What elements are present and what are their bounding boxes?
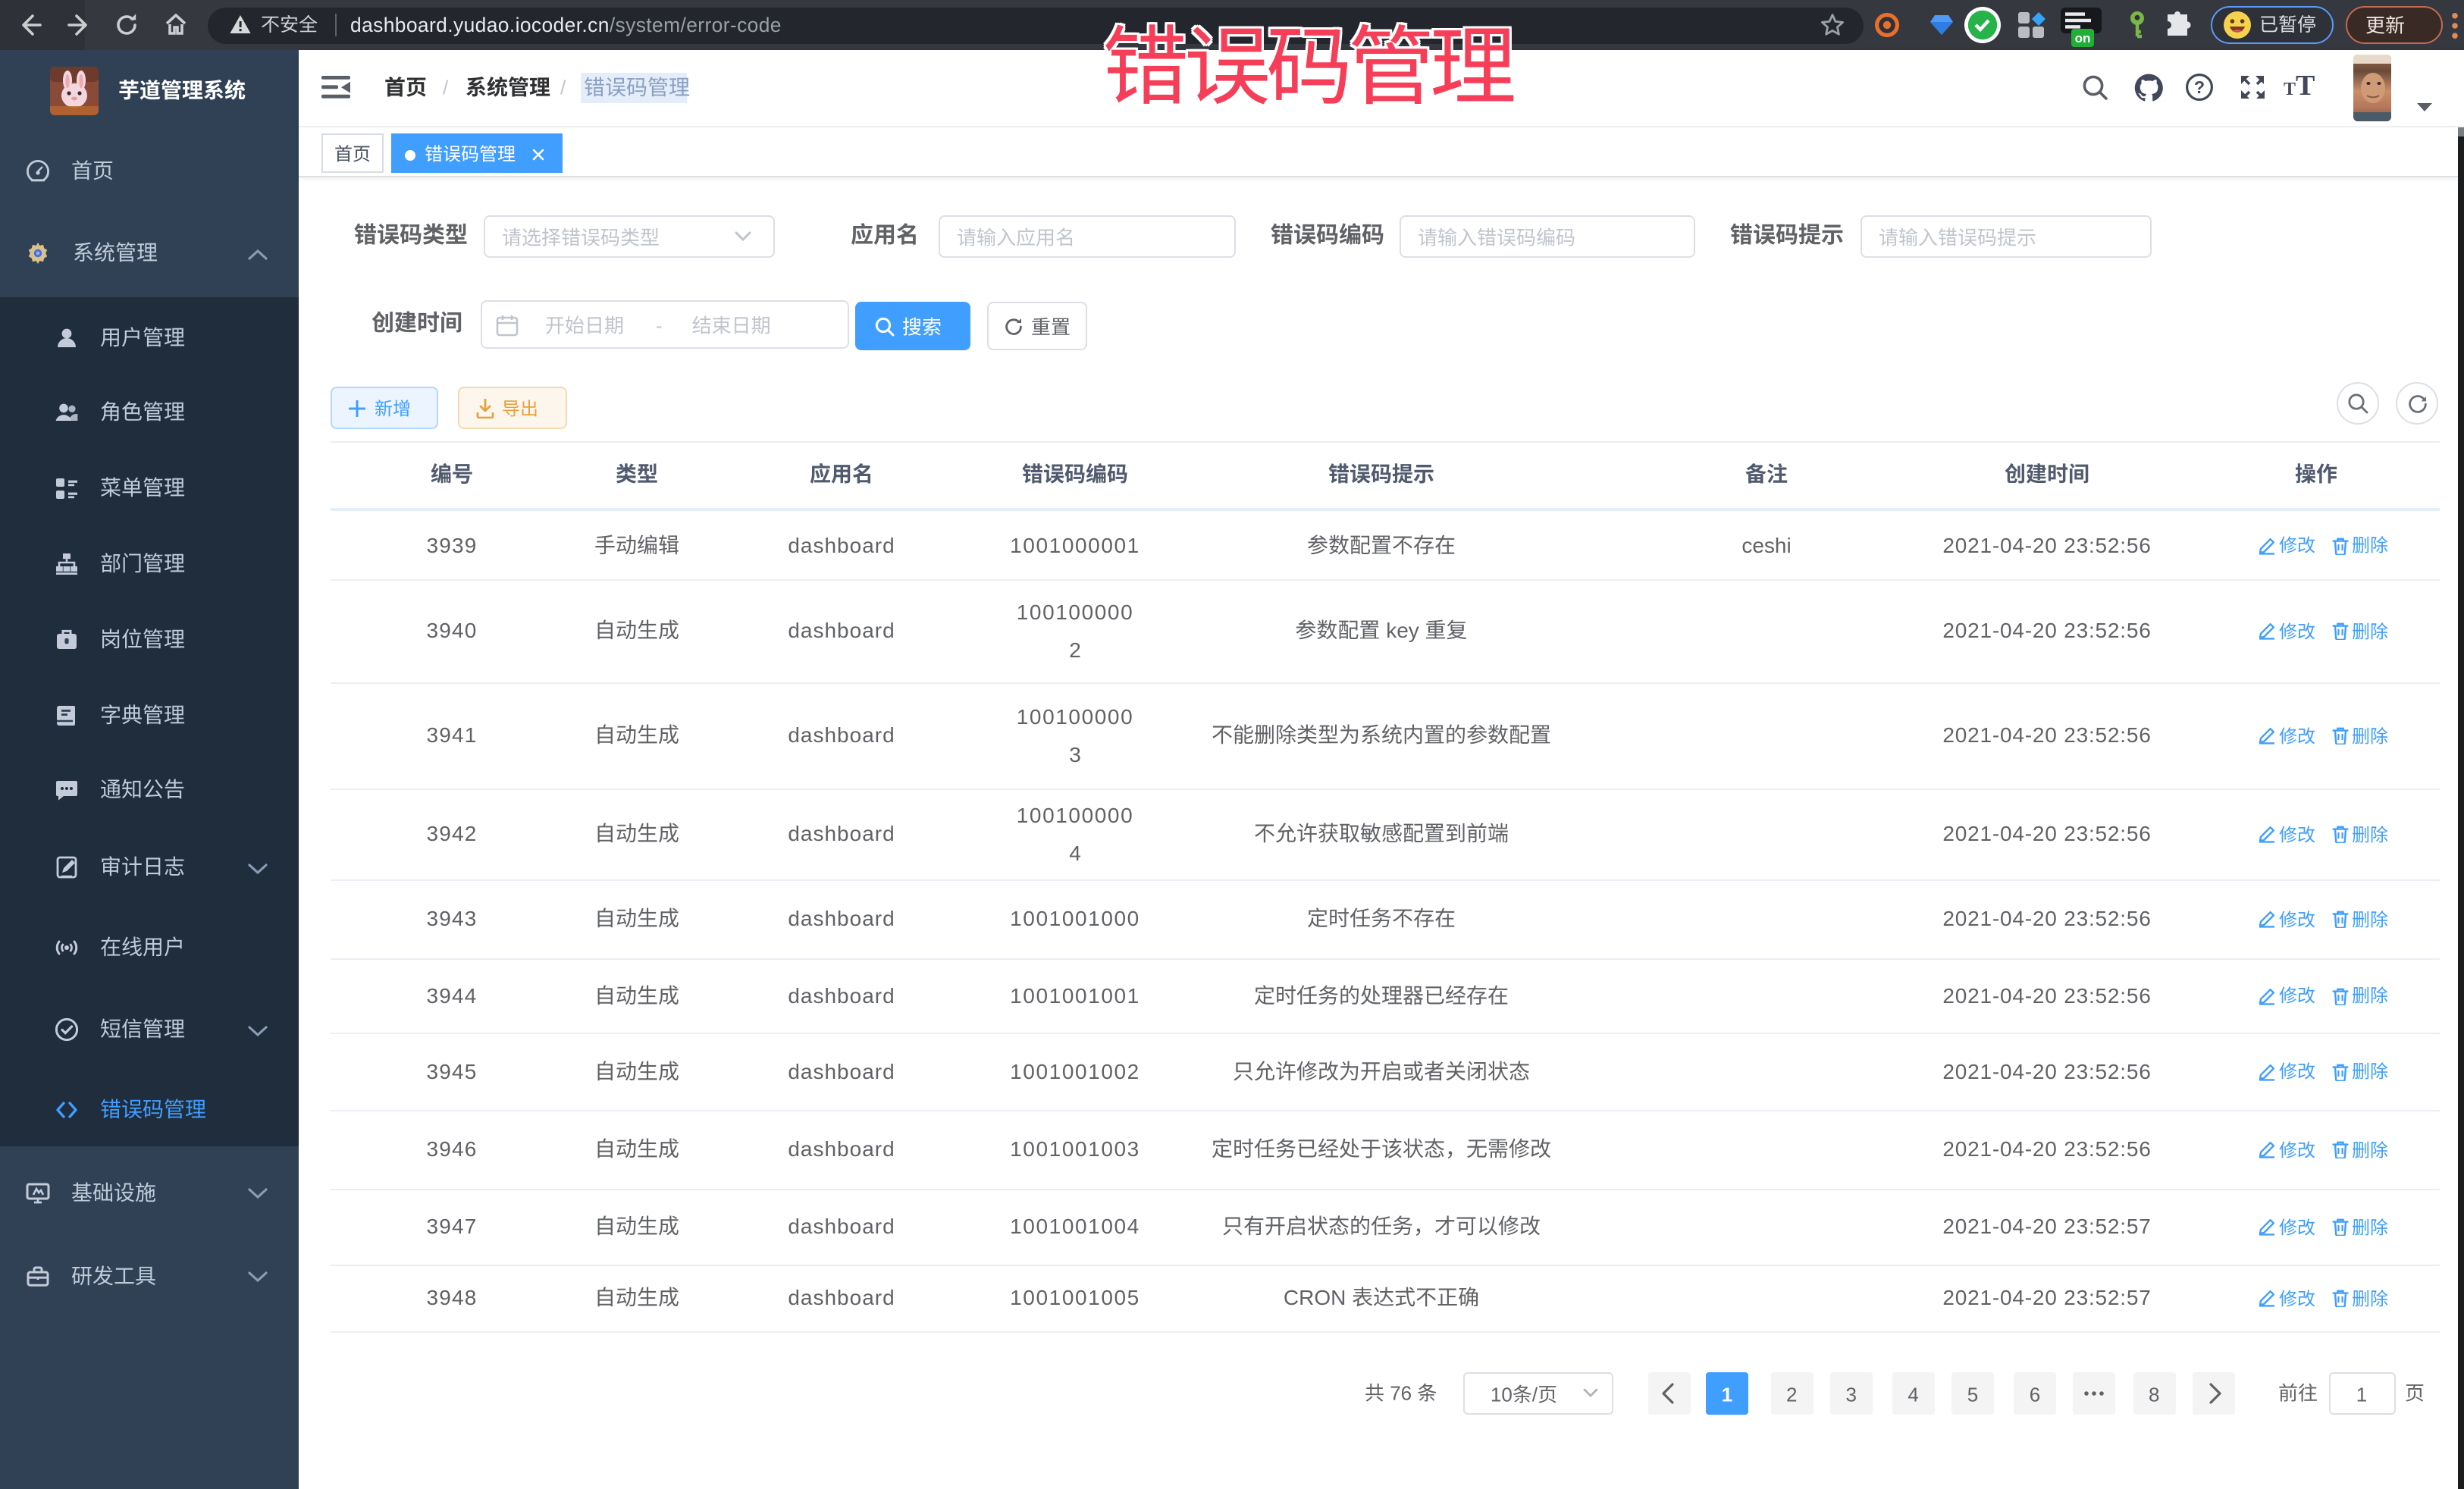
svg-text:on: on	[2075, 31, 2091, 45]
svg-text:?: ?	[2194, 77, 2205, 97]
